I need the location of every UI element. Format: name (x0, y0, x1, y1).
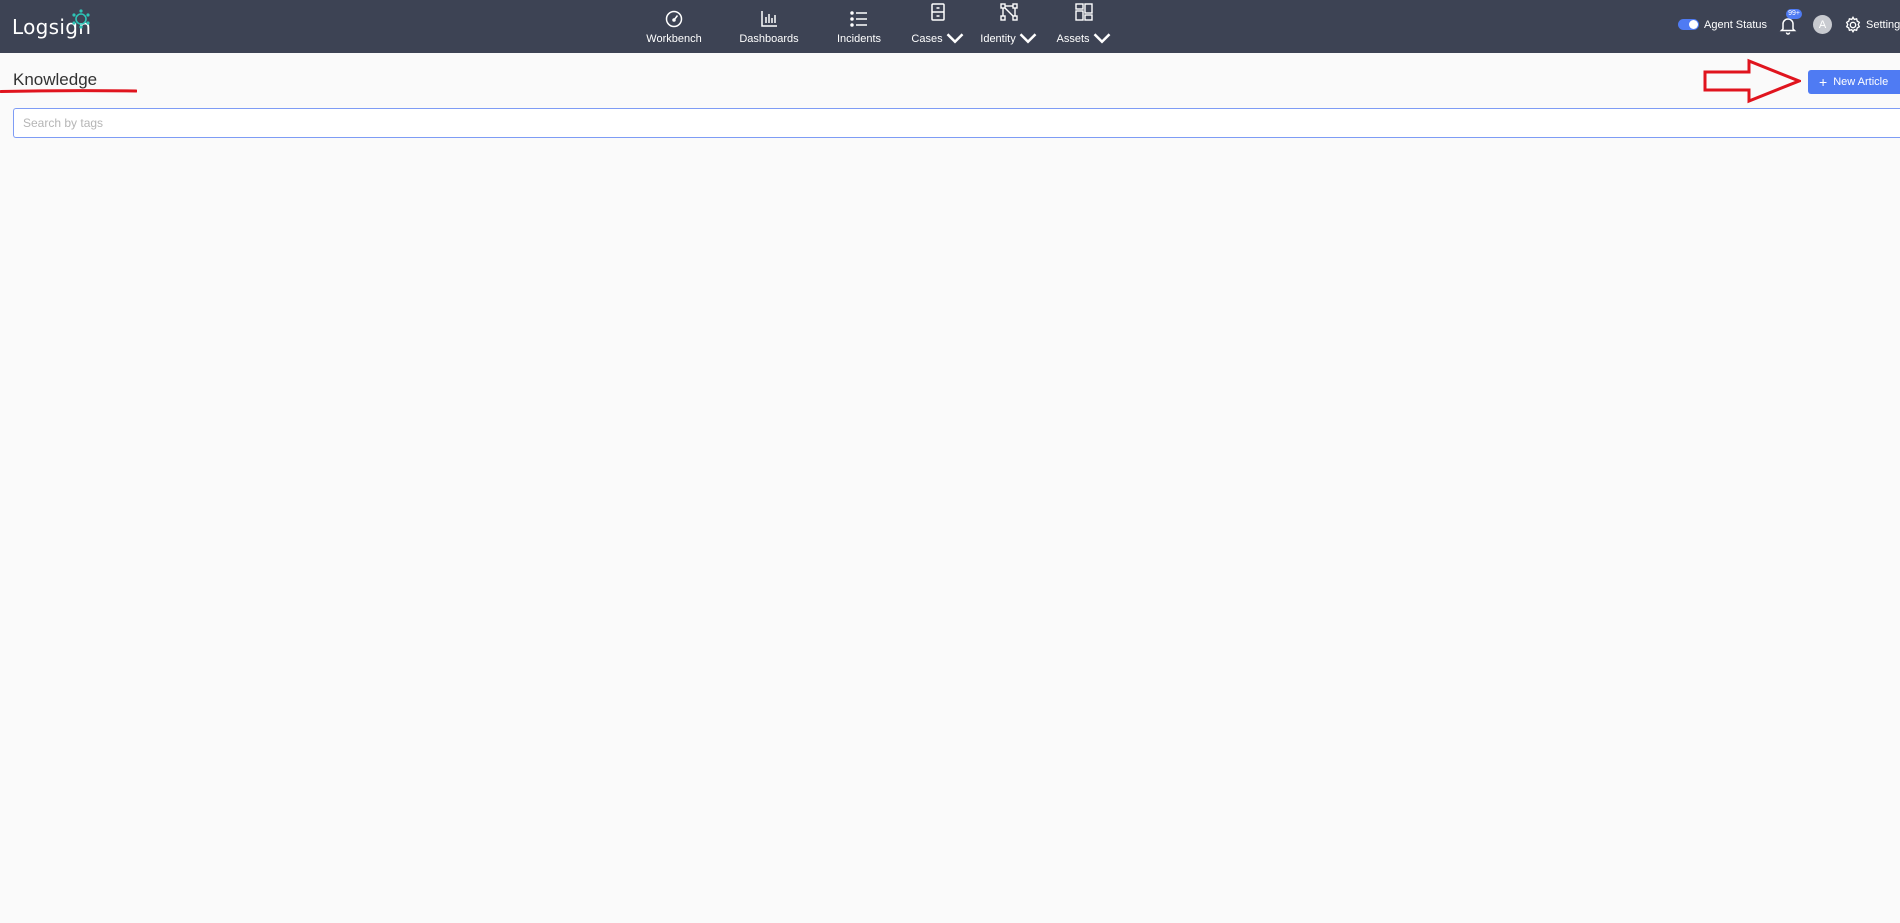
cabinet-icon (931, 2, 945, 21)
chevron-down-icon (1019, 32, 1037, 44)
chevron-down-icon (1093, 32, 1110, 44)
logo-network-icon (72, 9, 90, 29)
nav-label: Workbench (646, 32, 702, 45)
gear-icon (1845, 15, 1861, 33)
settings-button[interactable]: Settings (1844, 15, 1900, 34)
new-article-button[interactable]: + New Article (1808, 70, 1900, 94)
nav-label-text: Cases (911, 32, 943, 45)
header-tools: Agent Status 99+ A Settings (1678, 0, 1900, 49)
nav-dashboards[interactable]: Dashboards (737, 0, 801, 53)
list-icon (850, 10, 867, 27)
nav-label: Incidents (836, 32, 882, 45)
settings-label: Settings (1866, 18, 1900, 31)
bar-chart-icon (761, 10, 777, 27)
red-arrow-annotation (1703, 58, 1801, 104)
nav-label: Dashboards (739, 32, 799, 45)
grid-icon (1075, 2, 1093, 21)
nav-identity[interactable]: Identity (980, 0, 1037, 53)
red-underline-annotation (0, 89, 137, 93)
tag-search-input[interactable] (13, 108, 1900, 138)
plus-icon: + (1819, 74, 1828, 90)
nodes-icon (1000, 2, 1018, 21)
notification-count-badge: 99+ (1786, 8, 1802, 19)
nav-label-text: Assets (1056, 32, 1090, 45)
page-title: Knowledge (13, 70, 98, 89)
agent-status-toggle[interactable] (1678, 19, 1699, 30)
gauge-icon (665, 10, 683, 27)
nav-label-with-dropdown: Cases (911, 26, 964, 52)
chevron-down-icon (946, 32, 963, 44)
notifications-button[interactable]: 99+ (1779, 8, 1802, 35)
top-navigation-bar: Logsign Workbench Dashboards Incidents C… (0, 0, 1900, 53)
nav-incidents[interactable]: Incidents (834, 0, 884, 53)
new-article-label: New Article (1833, 76, 1889, 88)
nav-cases[interactable]: Cases (911, 0, 963, 53)
logsign-logo[interactable]: Logsign (12, 9, 91, 41)
nav-assets[interactable]: Assets (1057, 0, 1110, 53)
nav-label-with-dropdown: Identity (980, 26, 1037, 52)
nav-label-with-dropdown: Assets (1057, 26, 1112, 52)
nav-workbench[interactable]: Workbench (645, 0, 703, 53)
nav-label-text: Identity (980, 32, 1016, 45)
agent-status-label: Agent Status (1704, 18, 1767, 31)
user-avatar[interactable]: A (1813, 15, 1832, 34)
